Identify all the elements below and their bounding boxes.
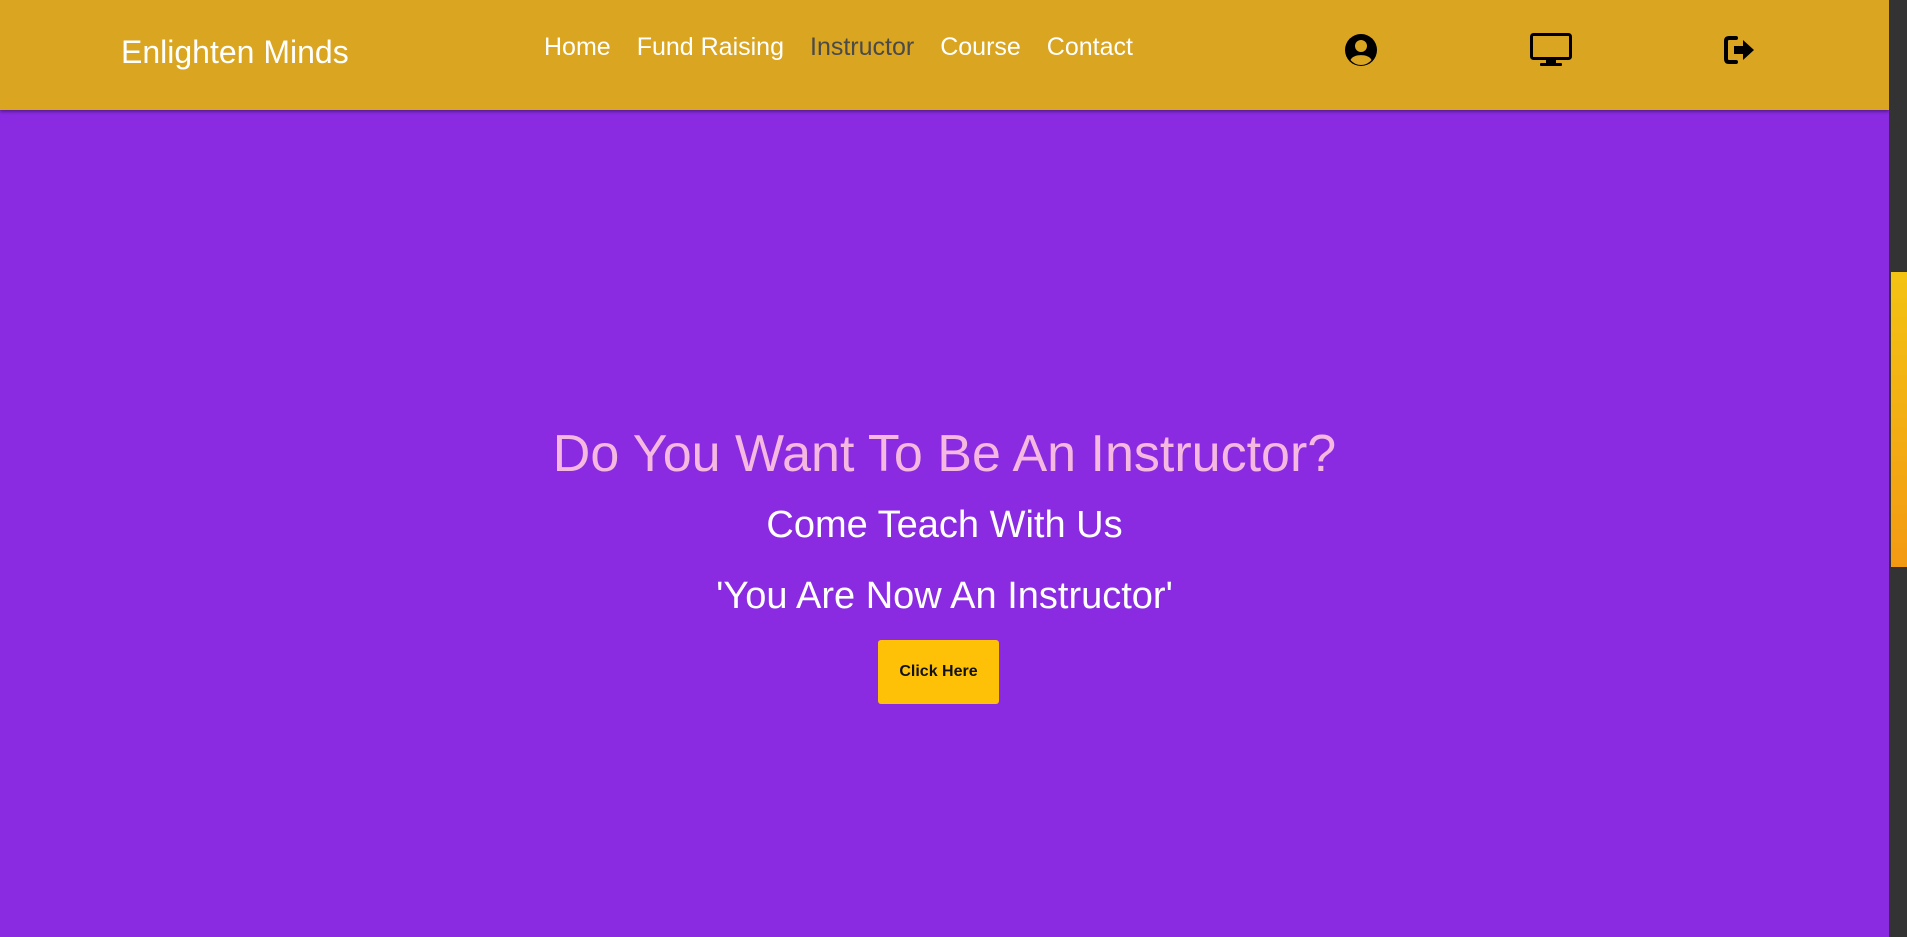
desktop-monitor-icon[interactable] bbox=[1530, 32, 1572, 68]
brand-logo-text[interactable]: Enlighten Minds bbox=[121, 34, 349, 71]
click-here-button[interactable]: Click Here bbox=[878, 640, 999, 704]
hero-title: Do You Want To Be An Instructor? bbox=[552, 425, 1337, 483]
scrollbar[interactable] bbox=[1889, 0, 1907, 937]
nav-link-course[interactable]: Course bbox=[940, 33, 1021, 62]
hero-section: Do You Want To Be An Instructor? Come Te… bbox=[0, 110, 1889, 937]
nav-link-home[interactable]: Home bbox=[544, 33, 611, 62]
navbar: Enlighten Minds Home Fund Raising Instru… bbox=[0, 0, 1889, 110]
hero-message: 'You Are Now An Instructor' bbox=[716, 575, 1173, 617]
page: Enlighten Minds Home Fund Raising Instru… bbox=[0, 0, 1907, 937]
nav-link-fund-raising[interactable]: Fund Raising bbox=[637, 33, 784, 62]
nav-link-contact[interactable]: Contact bbox=[1047, 33, 1133, 62]
nav-links: Home Fund Raising Instructor Course Cont… bbox=[544, 33, 1133, 62]
hero-subtitle: Come Teach With Us bbox=[766, 504, 1123, 546]
scrollbar-thumb[interactable] bbox=[1891, 272, 1907, 567]
sign-out-icon[interactable] bbox=[1722, 32, 1758, 68]
user-circle-icon[interactable] bbox=[1343, 32, 1379, 68]
nav-link-instructor[interactable]: Instructor bbox=[810, 33, 914, 62]
